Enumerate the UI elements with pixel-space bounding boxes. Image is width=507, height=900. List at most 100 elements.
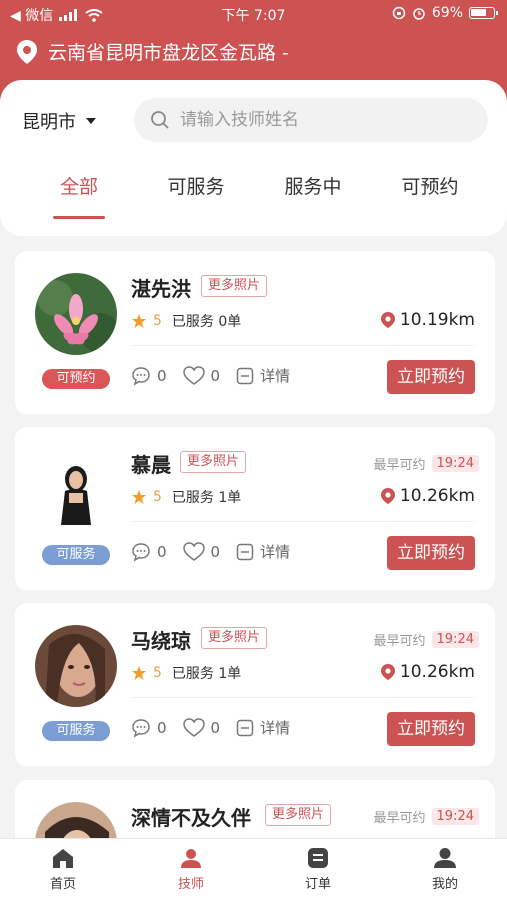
- rotation-lock-icon: [392, 6, 406, 20]
- technician-card[interactable]: 可服务 马绕琼 更多照片 最早可约 19:24 5 已服务 1单 10.26km…: [15, 603, 495, 766]
- location-pin-icon: [380, 664, 395, 680]
- technician-name: 马绕琼: [131, 629, 191, 653]
- status-badge: 可服务: [42, 545, 110, 565]
- earliest-time: 19:24: [431, 455, 479, 472]
- nav-orders-label: 订单: [304, 877, 331, 892]
- stats-row: 0 0 详情: [131, 717, 306, 738]
- tab-all[interactable]: 全部: [19, 172, 139, 199]
- details-link[interactable]: 详情: [236, 717, 290, 738]
- book-now-button[interactable]: 立即预约: [387, 360, 475, 394]
- book-now-button[interactable]: 立即预约: [387, 712, 475, 746]
- search-box[interactable]: [134, 98, 488, 142]
- tab-available[interactable]: 可服务: [136, 172, 256, 199]
- star-icon: [132, 490, 146, 504]
- rating: 5 已服务 1单: [131, 663, 241, 683]
- comment-icon: [132, 542, 150, 562]
- comment-count: 0: [157, 366, 167, 385]
- distance: 10.19km: [380, 310, 475, 330]
- technician-avatar[interactable]: [35, 449, 117, 531]
- book-now-button[interactable]: 立即预约: [387, 536, 475, 570]
- comments[interactable]: 0: [131, 718, 167, 738]
- earliest-booking: 最早可约 19:24: [374, 454, 479, 473]
- earliest-booking: 最早可约 19:24: [374, 807, 479, 826]
- divider: [131, 345, 475, 346]
- comment-count: 0: [157, 542, 167, 561]
- nav-technician-label: 技师: [177, 877, 204, 892]
- like-count: 0: [210, 542, 221, 561]
- location-bar[interactable]: 云南省昆明市盘龙区金瓦路 -: [16, 38, 289, 65]
- earliest-label: 最早可约: [373, 811, 426, 826]
- distance-value: 10.19km: [399, 310, 475, 330]
- more-photos-button[interactable]: 更多照片: [201, 627, 268, 649]
- city-selector[interactable]: 昆明市: [22, 108, 96, 134]
- likes[interactable]: 0: [182, 717, 221, 738]
- status-tabs: 全部 可服务 服务中 可预约: [0, 172, 507, 222]
- tab-in-service[interactable]: 服务中: [253, 172, 373, 199]
- rating-value: 5: [153, 665, 162, 681]
- order-icon: [308, 848, 328, 868]
- status-right: 69%: [392, 5, 498, 21]
- more-photos-button[interactable]: 更多照片: [201, 275, 268, 297]
- nav-orders[interactable]: 订单: [268, 847, 368, 892]
- technician-avatar[interactable]: [35, 625, 117, 707]
- technician-icon: [181, 849, 201, 868]
- earliest-label: 最早可约: [373, 458, 426, 473]
- distance: 10.26km: [380, 662, 475, 682]
- battery-icon: [469, 7, 498, 19]
- technician-name: 湛先洪: [131, 277, 191, 301]
- earliest-label: 最早可约: [373, 634, 426, 649]
- comments[interactable]: 0: [131, 366, 167, 386]
- more-photos-button[interactable]: 更多照片: [180, 451, 247, 473]
- earliest-time: 19:24: [431, 808, 479, 825]
- details-label: 详情: [260, 367, 291, 385]
- comment-icon: [132, 366, 150, 386]
- bottom-nav: 首页 技师 订单 我的: [0, 838, 507, 900]
- heart-icon: [182, 365, 205, 385]
- likes[interactable]: 0: [182, 541, 221, 562]
- comments[interactable]: 0: [131, 542, 167, 562]
- earliest-booking: 最早可约 19:24: [374, 630, 479, 649]
- rating-value: 5: [153, 313, 162, 329]
- more-photos-button[interactable]: 更多照片: [265, 804, 332, 826]
- technician-avatar[interactable]: [35, 273, 117, 355]
- search-icon: [151, 111, 169, 129]
- nav-home[interactable]: 首页: [13, 847, 113, 892]
- nav-technician[interactable]: 技师: [141, 847, 241, 892]
- like-count: 0: [210, 366, 221, 385]
- detail-icon: [236, 719, 254, 736]
- status-bar: ◀ 微信 下午 7:07 69%: [0, 0, 507, 28]
- rating: 5 已服务 0单: [131, 311, 241, 331]
- location-pin-icon: [17, 39, 37, 64]
- divider: [131, 697, 475, 698]
- earliest-time: 19:24: [431, 631, 479, 648]
- like-count: 0: [210, 718, 221, 737]
- details-link[interactable]: 详情: [236, 541, 290, 562]
- stats-row: 0 0 详情: [131, 365, 306, 386]
- technician-search-input[interactable]: [180, 110, 460, 130]
- status-badge: 可服务: [42, 721, 110, 741]
- likes[interactable]: 0: [182, 365, 221, 386]
- status-badge: 可预约: [42, 369, 110, 389]
- star-icon: [132, 666, 146, 680]
- divider: [131, 521, 475, 522]
- technician-card[interactable]: 可预约 湛先洪 更多照片 5 已服务 0单 10.19km 0 0 详情 立即预…: [15, 251, 495, 414]
- technician-card[interactable]: 可服务 慕晨 更多照片 最早可约 19:24 5 已服务 1单 10.26km …: [15, 427, 495, 590]
- tab-bookable[interactable]: 可预约: [370, 172, 490, 199]
- served-count: 已服务 0单: [171, 314, 242, 330]
- battery-percent: 69%: [431, 5, 463, 21]
- rating-value: 5: [153, 489, 162, 505]
- comment-count: 0: [157, 718, 167, 737]
- dropdown-triangle-icon: [86, 118, 96, 124]
- comment-icon: [132, 718, 150, 738]
- served-count: 已服务 1单: [171, 490, 242, 506]
- active-tab-indicator: [53, 216, 105, 219]
- stats-row: 0 0 详情: [131, 541, 306, 562]
- nav-profile[interactable]: 我的: [395, 847, 495, 892]
- details-link[interactable]: 详情: [236, 365, 290, 386]
- rating: 5 已服务 1单: [131, 487, 241, 507]
- distance: 10.26km: [380, 486, 475, 506]
- detail-icon: [236, 543, 254, 560]
- star-icon: [132, 314, 146, 328]
- location-pin-icon: [380, 312, 395, 328]
- served-count: 已服务 1单: [171, 666, 242, 682]
